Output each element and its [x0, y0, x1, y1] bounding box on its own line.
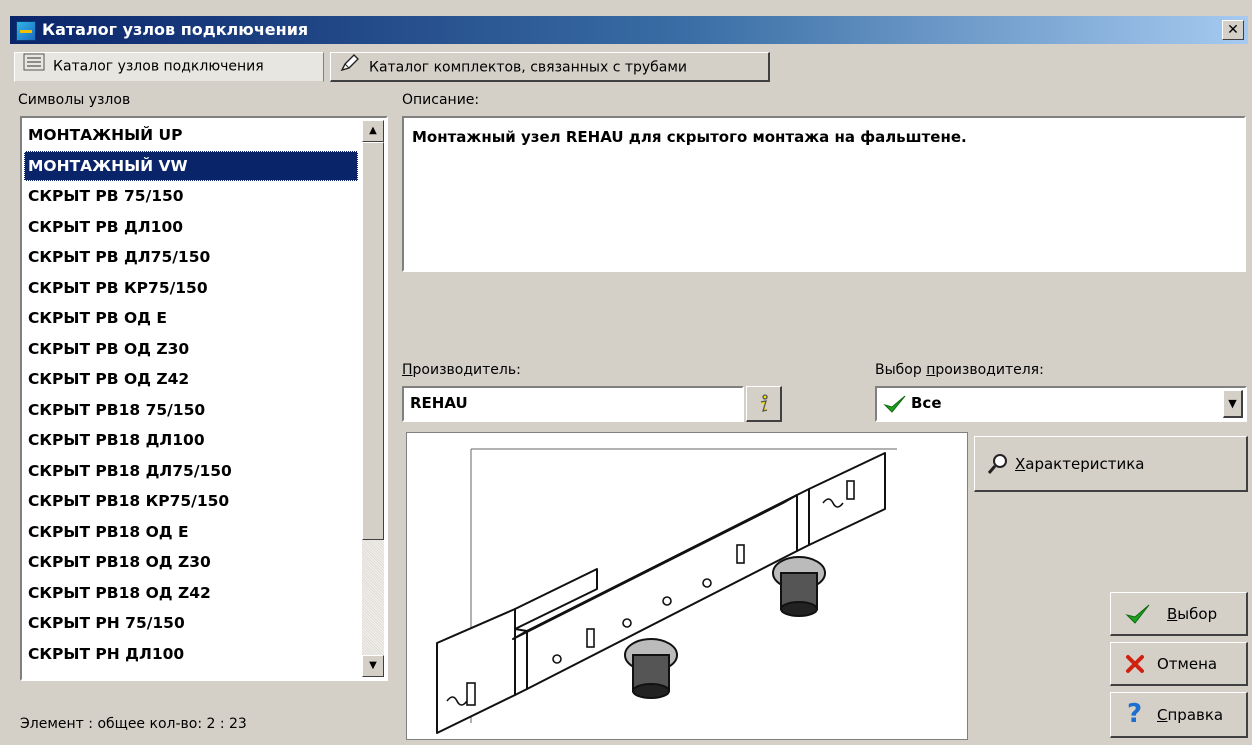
- list-item[interactable]: СКРЫТ РВ18 ДЛ75/150: [24, 456, 358, 487]
- list-item[interactable]: СКРЫТ РН ДЛ100: [24, 639, 358, 670]
- list-item[interactable]: СКРЫТ РВ18 ДЛ100: [24, 425, 358, 456]
- node-picture: [406, 432, 968, 740]
- tab-connection-catalog[interactable]: Каталог узлов подключения: [14, 52, 324, 82]
- list-scrollbar[interactable]: ▲ ▼: [362, 120, 384, 677]
- select-button[interactable]: Выбор: [1110, 592, 1248, 636]
- manufacturer-info-button[interactable]: [746, 386, 782, 422]
- chevron-down-icon[interactable]: ▼: [1223, 390, 1243, 418]
- list-item[interactable]: СКРЫТ РВ18 ОД Z30: [24, 547, 358, 578]
- manufacturer-field[interactable]: REHAU: [402, 386, 744, 422]
- description-field[interactable]: Монтажный узел REHAU для скрытого монтаж…: [402, 116, 1246, 272]
- pencil-icon: [339, 53, 361, 82]
- list-item[interactable]: СКРЫТ РВ18 КР75/150: [24, 486, 358, 517]
- list-item[interactable]: МОНТАЖНЫЙ UP: [24, 120, 358, 151]
- cancel-button[interactable]: Отмена: [1110, 642, 1248, 686]
- manufacturer-label: Производитель:: [402, 362, 521, 378]
- tab-label: Каталог комплектов, связанных с трубами: [369, 59, 688, 76]
- characteristics-label: Характеристика: [1015, 455, 1145, 473]
- list-item[interactable]: СКРЫТ РВ 75/150: [24, 181, 358, 212]
- list-item[interactable]: СКРЫТ РВ ОД Z42: [24, 364, 358, 395]
- mounting-bracket-image: [436, 448, 897, 734]
- list-item[interactable]: СКРЫТ РВ ДЛ100: [24, 212, 358, 243]
- close-button[interactable]: ✕: [1222, 20, 1244, 40]
- title-bar: Каталог узлов подключения ✕: [10, 16, 1248, 44]
- window-title: Каталог узлов подключения: [42, 20, 309, 39]
- list-icon: [23, 53, 45, 80]
- characteristics-button[interactable]: Характеристика: [974, 436, 1248, 492]
- close-icon: [1125, 654, 1145, 678]
- symbols-list[interactable]: МОНТАЖНЫЙ UP МОНТАЖНЫЙ VW СКРЫТ РВ 75/150 С…: [24, 120, 358, 669]
- help-icon: ?: [1127, 699, 1143, 729]
- list-item[interactable]: СКРЫТ РН 75/150: [24, 608, 358, 639]
- description-label: Описание:: [402, 92, 480, 108]
- check-icon: [883, 394, 907, 424]
- check-icon: [1125, 603, 1151, 629]
- cancel-label: Отмена: [1157, 655, 1218, 673]
- scroll-down-arrow-icon[interactable]: ▼: [362, 655, 384, 677]
- select-label: Выбор: [1167, 605, 1218, 623]
- symbols-listbox[interactable]: МОНТАЖНЫЙ UP МОНТАЖНЫЙ VW СКРЫТ РВ 75/150 С…: [20, 116, 388, 681]
- magnifier-icon: [987, 453, 1009, 479]
- manufacturer-choice-label: Выбор производителя:: [875, 362, 1044, 378]
- list-item[interactable]: СКРЫТ РВ ОД Е: [24, 303, 358, 334]
- info-icon: [756, 392, 772, 420]
- help-button[interactable]: ? Справка: [1110, 692, 1248, 738]
- manufacturer-select-value: Все: [911, 394, 942, 412]
- scroll-up-arrow-icon[interactable]: ▲: [362, 120, 384, 142]
- list-item[interactable]: СКРЫТ РВ ОД Z30: [24, 334, 358, 365]
- manufacturer-select[interactable]: Все ▼: [875, 386, 1247, 422]
- help-label: Справка: [1157, 706, 1224, 724]
- symbols-label: Символы узлов: [18, 92, 131, 108]
- tab-pipe-kits-catalog[interactable]: Каталог комплектов, связанных с трубами: [330, 52, 770, 82]
- list-item[interactable]: МОНТАЖНЫЙ VW: [24, 150, 358, 181]
- list-item[interactable]: СКРЫТ РВ ДЛ75/150: [24, 242, 358, 273]
- tab-label: Каталог узлов подключения: [53, 58, 264, 75]
- list-item[interactable]: СКРЫТ РВ КР75/150: [24, 273, 358, 304]
- status-text: Элемент : общее кол-во: 2 : 23: [20, 716, 247, 732]
- scroll-thumb[interactable]: [362, 142, 384, 540]
- list-item[interactable]: СКРЫТ РВ18 ОД Е: [24, 517, 358, 548]
- list-item[interactable]: СКРЫТ РВ18 ОД Z42: [24, 578, 358, 609]
- app-icon: [16, 21, 36, 41]
- list-item[interactable]: СКРЫТ РВ18 75/150: [24, 395, 358, 426]
